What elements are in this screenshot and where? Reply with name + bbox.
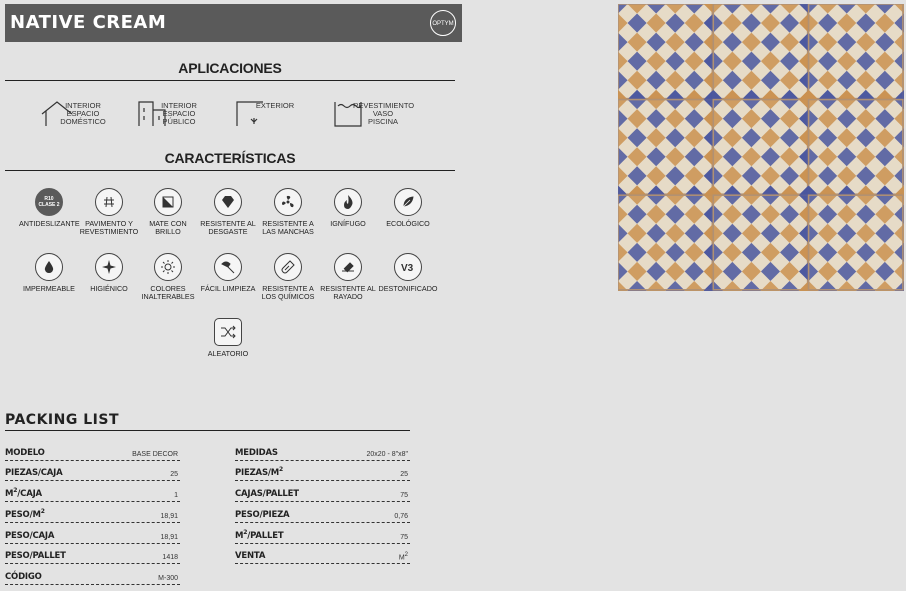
tile-pattern [618, 4, 904, 291]
packing-key: PESO/CAJA [5, 531, 55, 541]
feature-label: ECOLÓGICO [386, 219, 430, 228]
brush-icon [214, 253, 242, 281]
packing-row: M2/PALLET 75 [235, 529, 410, 544]
brand-logo: OPTYM [430, 10, 456, 36]
feature-label: RESISTENTE AL DESGASTE [200, 219, 256, 236]
feature-label: IGNÍFUGO [330, 219, 366, 228]
scratch-icon [334, 253, 362, 281]
packing-value: M2 [398, 551, 408, 561]
matte-gloss-icon [154, 188, 182, 216]
feature-label: COLORES INALTERABLES [141, 284, 195, 301]
packing-row: M2/CAJA 1 [5, 487, 180, 502]
feature-item: RESISTENTE A LAS MANCHAS [258, 188, 318, 236]
packing-key: VENTA [235, 551, 266, 561]
packing-value: BASE DECOR [132, 451, 178, 458]
feature-label: RESISTENTE AL RAYADO [320, 284, 376, 301]
application-label: EXTERIOR [255, 101, 295, 110]
stain-fan-icon [274, 188, 302, 216]
feature-item: ECOLÓGICO [378, 188, 438, 228]
diamond-icon [214, 188, 242, 216]
packing-key: MODELO [5, 448, 45, 458]
packing-row: VENTA M2 [235, 549, 410, 564]
feature-label: DESTONIFICADO [378, 284, 438, 293]
packing-key: M2/PALLET [235, 529, 284, 541]
packing-key: PIEZAS/CAJA [5, 468, 63, 478]
feature-item: IGNÍFUGO [318, 188, 378, 228]
sparkle-icon [95, 253, 123, 281]
v3-icon: V3 [394, 253, 422, 281]
packing-row: PIEZAS/CAJA 25 [5, 466, 180, 481]
feature-item: RESISTENTE AL RAYADO [318, 253, 378, 301]
product-title: NATIVE CREAM [10, 12, 167, 33]
packing-row: PIEZAS/M2 25 [235, 466, 410, 481]
packing-value: 75 [400, 534, 408, 541]
feature-label: RESISTENTE A LOS QUÍMICOS [261, 284, 315, 301]
packing-value: 18,91 [160, 513, 178, 520]
packing-list-title: PACKING LIST [5, 412, 410, 431]
feature-label: ANTIDESLIZANTE [19, 219, 80, 228]
feature-item: PAVIMENTO Y REVESTIMIENTO [79, 188, 139, 236]
svg-text:V3: V3 [401, 263, 414, 274]
anti-slip-rating: R10 CLASE 2 [38, 196, 60, 208]
packing-row: PESO/CAJA 18,91 [5, 529, 180, 544]
product-header: NATIVE CREAM OPTYM [5, 4, 462, 42]
product-tile-image [618, 4, 904, 291]
application-label: INTERIOR ESPACIO PÚBLICO [161, 101, 197, 126]
packing-key: PESO/M2 [5, 508, 45, 520]
packing-key: CAJAS/PALLET [235, 489, 299, 499]
application-label: INTERIOR ESPACIO DOMÉSTICO [60, 101, 106, 126]
packing-row: CAJAS/PALLET 75 [235, 487, 410, 502]
feature-item: COLORES INALTERABLES [138, 253, 198, 301]
packing-value: 0,76 [394, 513, 408, 520]
feature-item: IMPERMEABLE [19, 253, 79, 293]
packing-row: CÓDIGO M-300 [5, 570, 180, 585]
packing-key: PIEZAS/M2 [235, 466, 284, 478]
feature-label: FÁCIL LIMPIEZA [200, 284, 256, 293]
feature-item: R10 CLASE 2 ANTIDESLIZANTE [19, 188, 80, 228]
packing-row: MODELO BASE DECOR [5, 446, 180, 461]
packing-key: CÓDIGO [5, 572, 42, 582]
feature-item: V3 DESTONIFICADO [378, 253, 438, 293]
feature-label: IMPERMEABLE [23, 284, 75, 293]
water-drop-icon [35, 253, 63, 281]
leaf-icon [394, 188, 422, 216]
feature-label: RESISTENTE A LAS MANCHAS [262, 219, 314, 236]
feature-item: ALEATORIO [198, 318, 258, 358]
packing-value: 1 [174, 492, 178, 499]
feature-label: ALEATORIO [207, 349, 249, 358]
packing-row: MEDIDAS 20x20 - 8"x8" [235, 446, 410, 461]
packing-key: PESO/PIEZA [235, 510, 290, 520]
floor-wall-grid-icon [95, 188, 123, 216]
feature-item: RESISTENTE A LOS QUÍMICOS [258, 253, 318, 301]
packing-key: MEDIDAS [235, 448, 278, 458]
packing-value: 25 [400, 471, 408, 478]
anti-slip-badge-icon: R10 CLASE 2 [35, 188, 63, 216]
packing-row: PESO/M2 18,91 [5, 508, 180, 523]
packing-value: M-300 [158, 575, 178, 582]
feature-item: MATE CON BRILLO [138, 188, 198, 236]
feature-label: HIGIÉNICO [90, 284, 128, 293]
packing-row: PESO/PALLET 1418 [5, 549, 180, 564]
applications-heading: APLICACIONES [5, 60, 455, 81]
sun-icon [154, 253, 182, 281]
packing-value: 25 [170, 471, 178, 478]
shuffle-icon [214, 318, 242, 346]
feature-item: HIGIÉNICO [79, 253, 139, 293]
packing-value: 20x20 - 8"x8" [366, 451, 408, 458]
packing-value: 75 [400, 492, 408, 499]
packing-row: PESO/PIEZA 0,76 [235, 508, 410, 523]
feature-label: MATE CON BRILLO [149, 219, 187, 236]
packing-value: 1418 [162, 554, 178, 561]
test-tube-icon [274, 253, 302, 281]
feature-label: PAVIMENTO Y REVESTIMIENTO [79, 219, 139, 236]
feature-item: FÁCIL LIMPIEZA [198, 253, 258, 293]
features-heading: CARACTERÍSTICAS [5, 150, 455, 171]
feature-item: RESISTENTE AL DESGASTE [198, 188, 258, 236]
flame-icon [334, 188, 362, 216]
packing-key: M2/CAJA [5, 487, 42, 499]
application-label: REVESTIMIENTO VASO PISCINA [353, 101, 415, 126]
packing-key: PESO/PALLET [5, 551, 66, 561]
packing-value: 18,91 [160, 534, 178, 541]
